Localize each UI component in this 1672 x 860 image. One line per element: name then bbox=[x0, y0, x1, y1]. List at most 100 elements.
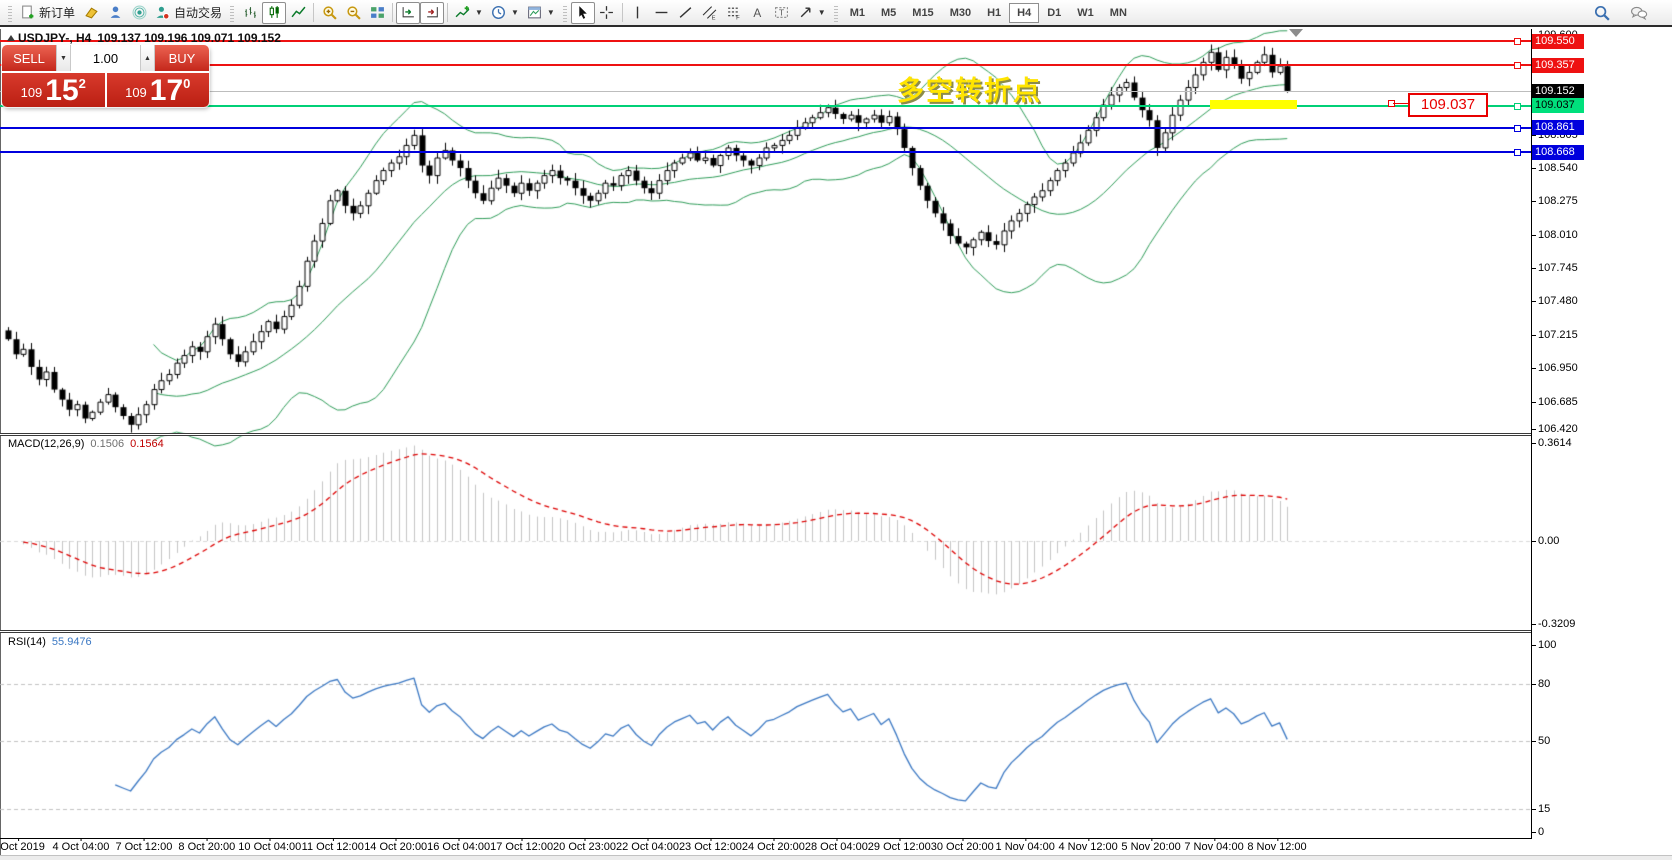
chart-canvas[interactable] bbox=[0, 0, 1672, 860]
trendline-button[interactable] bbox=[674, 2, 698, 24]
price-tick-107.480: 107.480 bbox=[1538, 295, 1578, 307]
buy-price-big: 17 bbox=[150, 78, 183, 104]
macd-tick-0.3614: 0.3614 bbox=[1538, 437, 1572, 449]
tile-windows-button[interactable] bbox=[365, 2, 389, 24]
timeframe-M5[interactable]: M5 bbox=[873, 3, 904, 23]
zoom-out-button[interactable] bbox=[341, 2, 365, 24]
macd-indicator-label: MACD(12,26,9)0.15060.1564 bbox=[8, 438, 164, 450]
yellow-highlight-band[interactable] bbox=[1210, 100, 1297, 109]
trade-panel-top-row: SELL ▼ ▲ BUY bbox=[2, 45, 209, 71]
signals-icon bbox=[132, 5, 147, 20]
indicators-icon bbox=[455, 5, 470, 20]
indicators-button[interactable]: ▼ bbox=[451, 2, 487, 24]
hline-108.668[interactable] bbox=[0, 151, 1531, 153]
search-button[interactable] bbox=[1590, 2, 1614, 24]
toolbar: 新订单 自动交易 ▼ ▼ bbox=[0, 0, 1672, 27]
arrows-button[interactable]: ▼ bbox=[794, 2, 830, 24]
line-chart-icon bbox=[291, 5, 306, 20]
auto-scroll-button[interactable] bbox=[396, 2, 420, 24]
volume-input[interactable] bbox=[71, 45, 140, 71]
text-label-button[interactable]: T bbox=[770, 2, 794, 24]
metaeditor-icon bbox=[84, 5, 99, 20]
zoom-in-button[interactable] bbox=[317, 2, 341, 24]
timeframe-M30[interactable]: M30 bbox=[942, 3, 979, 23]
chart-annotation-text[interactable]: 多空转折点 bbox=[897, 69, 1042, 108]
sell-price-big: 15 bbox=[45, 78, 78, 104]
crosshair-button[interactable] bbox=[595, 2, 619, 24]
timeframe-M1[interactable]: M1 bbox=[842, 3, 873, 23]
time-tick-15: 30 Oct 20:00 bbox=[931, 841, 994, 853]
timeframe-MN[interactable]: MN bbox=[1102, 3, 1135, 23]
dropdown-caret-icon: ▼ bbox=[511, 8, 519, 17]
rsi-tick-15: 15 bbox=[1538, 803, 1550, 815]
sell-price-tile[interactable]: 109 15 2 bbox=[2, 73, 105, 107]
horizontal-line-icon bbox=[654, 5, 669, 20]
periods-button[interactable]: ▼ bbox=[487, 2, 523, 24]
timeframe-W1[interactable]: W1 bbox=[1069, 3, 1102, 23]
main-macd-divider[interactable] bbox=[0, 433, 1531, 436]
rsi-indicator-label: RSI(14)55.9476 bbox=[8, 636, 92, 648]
profiles-button[interactable] bbox=[103, 2, 127, 24]
hline-handle[interactable] bbox=[1514, 62, 1521, 69]
dropdown-caret-icon: ▼ bbox=[547, 8, 555, 17]
timeframe-M15[interactable]: M15 bbox=[904, 3, 941, 23]
price-tick-108.010: 108.010 bbox=[1538, 229, 1578, 241]
hline-handle[interactable] bbox=[1514, 38, 1521, 45]
text-button[interactable]: A bbox=[746, 2, 770, 24]
chart-shift-marker-icon[interactable] bbox=[1289, 29, 1303, 37]
cursor-button[interactable] bbox=[571, 2, 595, 24]
bar-chart-button[interactable] bbox=[238, 2, 262, 24]
volume-decrease-button[interactable]: ▼ bbox=[56, 45, 71, 71]
profiles-icon bbox=[108, 5, 123, 20]
bar-chart-icon bbox=[243, 5, 258, 20]
price-badge-108.861: 108.861 bbox=[1532, 120, 1584, 135]
new-order-label: 新订单 bbox=[39, 4, 75, 21]
new-order-button[interactable]: 新订单 bbox=[16, 2, 79, 24]
time-tick-9: 20 Oct 23:00 bbox=[553, 841, 616, 853]
svg-text:F: F bbox=[736, 15, 740, 20]
price-tick-106.685: 106.685 bbox=[1538, 396, 1578, 408]
equidistant-channel-button[interactable]: E bbox=[698, 2, 722, 24]
time-tick-18: 5 Nov 20:00 bbox=[1121, 841, 1180, 853]
macd-rsi-divider[interactable] bbox=[0, 630, 1531, 633]
toolbar-separator bbox=[313, 3, 314, 22]
timeframe-D1[interactable]: D1 bbox=[1039, 3, 1069, 23]
buy-price-small: 109 bbox=[125, 85, 147, 100]
rsi-tick-80: 80 bbox=[1538, 678, 1550, 690]
hline-108.861[interactable] bbox=[0, 127, 1531, 129]
metaeditor-button[interactable] bbox=[79, 2, 103, 24]
arrows-icon bbox=[798, 5, 813, 20]
sell-button[interactable]: SELL bbox=[2, 45, 56, 71]
time-tick-19: 7 Nov 04:00 bbox=[1184, 841, 1243, 853]
hline-109.037[interactable] bbox=[0, 105, 1531, 107]
price-tag-box[interactable]: 109.037 bbox=[1408, 93, 1488, 117]
buy-price-tile[interactable]: 109 17 0 bbox=[107, 73, 210, 107]
horizontal-line-button[interactable] bbox=[650, 2, 674, 24]
timeframe-H4[interactable]: H4 bbox=[1009, 3, 1039, 23]
line-chart-button[interactable] bbox=[286, 2, 310, 24]
hline-handle[interactable] bbox=[1514, 125, 1521, 132]
candlestick-chart-button[interactable] bbox=[262, 2, 286, 24]
trendline-icon bbox=[678, 5, 693, 20]
autotrading-button[interactable]: 自动交易 bbox=[151, 2, 226, 24]
search-icon bbox=[1594, 5, 1610, 21]
buy-button[interactable]: BUY bbox=[155, 45, 209, 71]
price-tick-106.420: 106.420 bbox=[1538, 423, 1578, 435]
chart-shift-button[interactable] bbox=[420, 2, 444, 24]
signals-button[interactable] bbox=[127, 2, 151, 24]
timeframe-H1[interactable]: H1 bbox=[979, 3, 1009, 23]
hline-handle[interactable] bbox=[1514, 103, 1521, 110]
fibonacci-button[interactable]: F bbox=[722, 2, 746, 24]
price-tick-107.745: 107.745 bbox=[1538, 262, 1578, 274]
toolbar-grip bbox=[230, 4, 234, 22]
hline-handle[interactable] bbox=[1514, 149, 1521, 156]
volume-increase-button[interactable]: ▲ bbox=[140, 45, 155, 71]
chat-button[interactable] bbox=[1626, 2, 1652, 24]
time-tick-5: 11 Oct 12:00 bbox=[302, 841, 364, 853]
vertical-line-button[interactable] bbox=[626, 2, 650, 24]
window-bottom-strip bbox=[0, 855, 1672, 860]
hline-109.357[interactable] bbox=[0, 64, 1531, 66]
templates-button[interactable]: ▼ bbox=[523, 2, 559, 24]
trade-panel-price-row: 109 15 2 109 17 0 bbox=[2, 71, 209, 107]
auto-scroll-icon bbox=[401, 5, 416, 20]
